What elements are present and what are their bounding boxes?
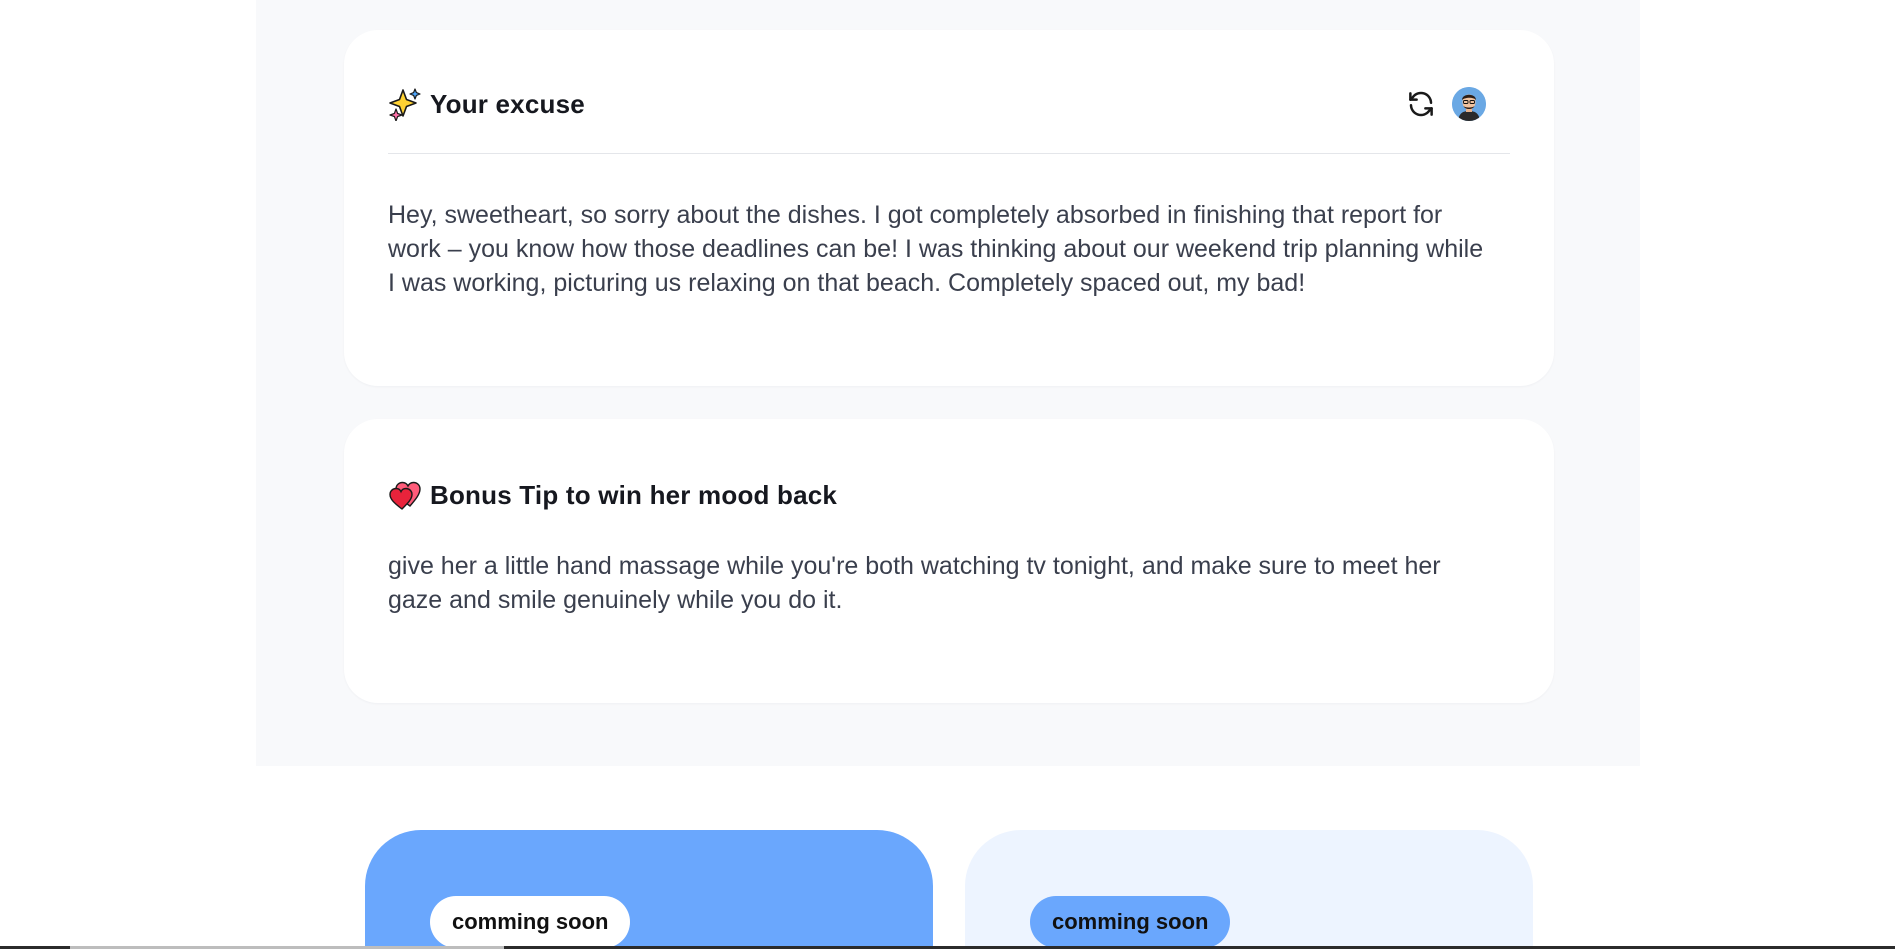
coming-soon-badge: comming soon <box>430 896 631 948</box>
excuse-card-header: Your excuse <box>388 82 1510 126</box>
bonus-tip-card: Bonus Tip to win her mood back give her … <box>344 419 1554 703</box>
two-hearts-icon <box>388 478 422 512</box>
excuse-card-title: Your excuse <box>430 88 585 119</box>
excuse-card-divider <box>388 153 1510 154</box>
bonus-tip-title: Bonus Tip to win her mood back <box>430 479 838 510</box>
page: Your excuse Hey, sweetheart, so sorry ab… <box>0 0 1895 949</box>
excuse-card-actions <box>1404 87 1486 121</box>
promo-card-secondary[interactable]: comming soon <box>965 830 1533 949</box>
refresh-icon[interactable] <box>1404 87 1438 121</box>
excuse-card: Your excuse Hey, sweetheart, so sorry ab… <box>344 30 1554 386</box>
bonus-tip-text: give her a little hand massage while you… <box>388 552 1441 614</box>
coming-soon-badge: comming soon <box>1030 896 1231 948</box>
excuse-text: Hey, sweetheart, so sorry about the dish… <box>388 201 1484 297</box>
avatar[interactable] <box>1452 87 1486 121</box>
promo-card-primary[interactable]: comming soon <box>365 830 933 949</box>
sparkles-icon <box>388 87 422 121</box>
bonus-tip-header: Bonus Tip to win her mood back <box>388 473 1510 517</box>
